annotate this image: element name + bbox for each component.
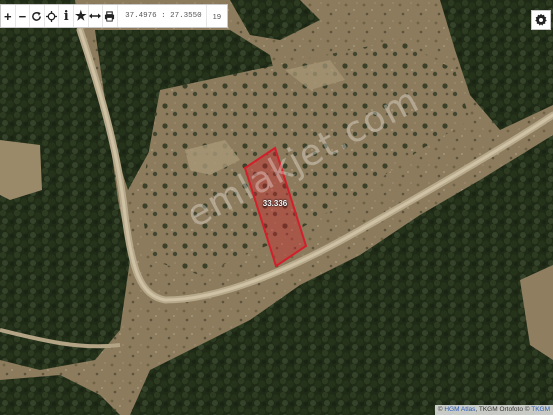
map-attribution: © HGM Atlas, TKGM Ortofoto © TKGM xyxy=(434,405,553,415)
zoom-out-button[interactable]: − xyxy=(16,5,31,27)
clearing-west xyxy=(0,140,42,200)
measure-button[interactable] xyxy=(89,5,104,27)
zoom-in-button[interactable]: + xyxy=(1,5,16,27)
minus-icon: − xyxy=(18,8,27,24)
star-icon: ★ xyxy=(74,8,87,23)
gear-icon xyxy=(535,13,547,26)
map-toolbar: + − i ★ 37.4976 : 27.3550 19 xyxy=(0,4,228,28)
parcel-label: 33.336 xyxy=(262,199,288,208)
crosshair-icon xyxy=(46,10,58,22)
settings-button[interactable] xyxy=(531,10,551,30)
locate-button[interactable] xyxy=(45,5,60,27)
hgm-atlas-link[interactable]: HGM Atlas xyxy=(444,406,475,413)
attribution-middle: , TKGM Ortofoto © xyxy=(475,406,532,413)
info-icon: i xyxy=(63,8,69,24)
refresh-icon xyxy=(32,11,42,21)
print-button[interactable] xyxy=(103,5,118,27)
refresh-button[interactable] xyxy=(30,5,45,27)
tkgm-link[interactable]: TKGM xyxy=(531,406,550,413)
zoom-level: 19 xyxy=(212,11,221,21)
measure-icon xyxy=(89,13,102,19)
coordinate-readout: 37.4976 : 27.3550 xyxy=(121,5,207,27)
favorite-button[interactable]: ★ xyxy=(74,5,89,27)
printer-icon xyxy=(105,10,115,22)
plus-icon: + xyxy=(4,8,12,24)
info-button[interactable]: i xyxy=(59,5,74,27)
